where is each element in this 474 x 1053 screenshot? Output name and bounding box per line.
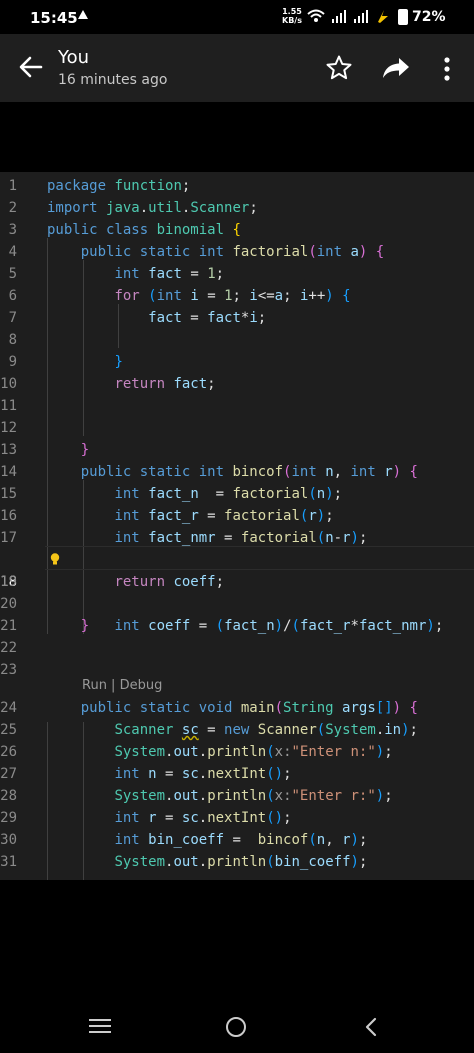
- code-line: 4 public static int factorial(int a) {: [8, 244, 385, 260]
- code-editor-image: 1 package function; 2 import java.util.Sca…: [0, 172, 474, 880]
- code-line: 18 int coeff = (fact_n)/(fact_r*fact_nmr…: [0, 549, 474, 634]
- sender-name: You: [58, 47, 90, 68]
- network-speed: 1.55 KB/s: [282, 7, 302, 25]
- code-line: 19 return coeff;: [0, 574, 225, 590]
- code-line: 26 System.out.println(x:"Enter n:");: [0, 744, 393, 760]
- system-nav-bar: [0, 1000, 474, 1053]
- code-line: 1 package function;: [8, 178, 191, 194]
- app-header: You 16 minutes ago: [0, 34, 474, 102]
- codelens-run-debug[interactable]: Run | Debug: [82, 678, 162, 693]
- code-line: 30 int bin_coeff = bincof(n, r);: [0, 832, 368, 848]
- back-arrow-icon[interactable]: [18, 54, 44, 80]
- code-line: 3 public class binomial {: [8, 222, 241, 238]
- code-line: 23: [0, 662, 17, 678]
- alert-icon: [78, 10, 88, 19]
- code-line: 24 public static void main(String args[]…: [0, 700, 418, 716]
- battery-percent: 72%: [412, 9, 446, 25]
- timestamp: 16 minutes ago: [58, 72, 168, 88]
- code-line: 8: [8, 332, 17, 348]
- code-line: 14 public static int bincof(int n, int r…: [0, 464, 418, 480]
- wifi-signal-icon: [307, 9, 388, 23]
- code-line: 15 int fact_n = factorial(n);: [0, 486, 343, 502]
- code-line: 27 int n = sc.nextInt();: [0, 766, 292, 782]
- more-options-icon[interactable]: [437, 56, 457, 82]
- code-line: 10 return fact;: [0, 376, 216, 392]
- code-line: 29 int r = sc.nextInt();: [0, 810, 292, 826]
- signal-icons: [306, 8, 394, 27]
- code-line: 25 Scanner sc = new Scanner(System.in);: [0, 722, 418, 738]
- nav-back-icon[interactable]: [364, 1017, 378, 1037]
- code-line: 20: [0, 596, 17, 612]
- code-line: 5 int fact = 1;: [8, 266, 225, 282]
- code-line: 12: [0, 420, 17, 436]
- code-line: 21 }: [0, 618, 90, 634]
- recent-apps-icon[interactable]: [89, 1018, 111, 1034]
- clock: 15:45: [30, 9, 78, 27]
- code-line: 2 import java.util.Scanner;: [8, 200, 258, 216]
- code-line: 13 }: [0, 442, 90, 458]
- code-line: 7 fact = fact*i;: [8, 310, 267, 326]
- code-line: 31 System.out.println(bin_coeff);: [0, 854, 368, 870]
- home-button-icon[interactable]: [226, 1017, 246, 1037]
- code-line: 16 int fact_r = factorial(r);: [0, 508, 334, 524]
- star-icon[interactable]: [325, 54, 353, 82]
- code-line: 9 }: [8, 354, 123, 370]
- battery-icon: [398, 9, 408, 25]
- code-line: 11: [0, 398, 17, 414]
- status-bar: 15:45 1.55 KB/s 72%: [0, 0, 474, 34]
- code-line: 6 for (int i = 1; i<=a; i++) {: [8, 288, 351, 304]
- code-line: 22: [0, 640, 17, 656]
- code-line: 28 System.out.println(x:"Enter r:");: [0, 788, 393, 804]
- share-forward-icon[interactable]: [381, 55, 411, 81]
- code-line: 17 int fact_nmr = factorial(n-r);: [0, 530, 368, 546]
- lightbulb-icon[interactable]: [50, 553, 60, 565]
